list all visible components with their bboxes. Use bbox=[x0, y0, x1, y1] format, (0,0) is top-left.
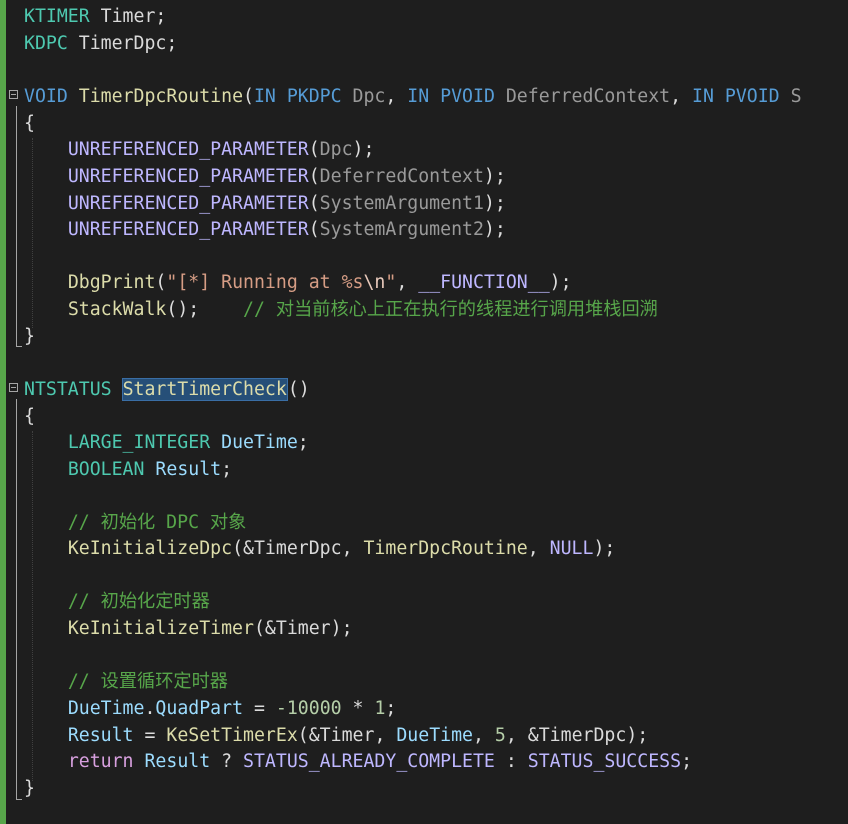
code-line[interactable]: // 初始化定时器 bbox=[0, 589, 210, 615]
code-line[interactable]: DueTime.QuadPart = -10000 * 1; bbox=[0, 696, 397, 722]
function-call-token: StackWalk bbox=[67, 299, 167, 320]
comment-token: // 对当前核心上正在执行的线程进行调用堆栈回溯 bbox=[243, 299, 658, 320]
variable-token: Result bbox=[67, 725, 134, 746]
number-token: -10000 bbox=[275, 698, 342, 719]
code-line[interactable]: // 初始化 DPC 对象 bbox=[0, 510, 247, 536]
brace-token: } bbox=[24, 778, 35, 799]
identifier-token: TimerDpc bbox=[78, 33, 167, 54]
number-token: 5 bbox=[494, 725, 506, 746]
brace-token: { bbox=[24, 406, 35, 427]
keyword-token: return bbox=[67, 751, 134, 772]
macro-token: __FUNCTION__ bbox=[418, 272, 550, 293]
code-line[interactable]: UNREFERENCED_PARAMETER(DeferredContext); bbox=[0, 164, 506, 190]
type-token: KDPC bbox=[24, 33, 68, 54]
function-ref-token: TimerDpcRoutine bbox=[363, 538, 528, 559]
keyword-token: IN bbox=[253, 86, 276, 107]
function-call-token: KeInitializeTimer bbox=[67, 618, 254, 639]
function-name-token: TimerDpcRoutine bbox=[78, 86, 244, 107]
comment-token: // 设置循环定时器 bbox=[67, 671, 228, 692]
code-line[interactable]: DbgPrint("[*] Running at %s\n", __FUNCTI… bbox=[0, 270, 572, 296]
keyword-token: IN bbox=[407, 86, 430, 107]
string-token: " bbox=[385, 272, 397, 293]
variable-token: Result bbox=[155, 459, 222, 480]
macro-token: UNREFERENCED_PARAMETER bbox=[67, 139, 309, 160]
function-call-token: DbgPrint bbox=[67, 272, 156, 293]
variable-token: DueTime bbox=[396, 725, 473, 746]
macro-token: NULL bbox=[549, 538, 594, 559]
code-line[interactable]: return Result ? STATUS_ALREADY_COMPLETE … bbox=[0, 749, 692, 775]
brace-token: { bbox=[24, 113, 35, 134]
code-line[interactable]: KeInitializeDpc(&TimerDpc, TimerDpcRouti… bbox=[0, 536, 616, 562]
escape-token: \n bbox=[363, 272, 386, 293]
argument-token: &TimerDpc bbox=[243, 538, 342, 559]
macro-token: UNREFERENCED_PARAMETER bbox=[67, 166, 309, 187]
keyword-token: IN bbox=[692, 86, 714, 107]
function-call-token: KeInitializeDpc bbox=[67, 538, 233, 559]
macro-token: STATUS_SUCCESS bbox=[527, 751, 682, 772]
code-line[interactable]: Result = KeSetTimerEx(&Timer, DueTime, 5… bbox=[0, 723, 648, 749]
code-line[interactable]: UNREFERENCED_PARAMETER(SystemArgument2); bbox=[0, 217, 506, 243]
code-line[interactable]: NTSTATUS StartTimerCheck() bbox=[0, 377, 310, 403]
variable-token: DueTime bbox=[221, 432, 298, 453]
parameter-token: Dpc bbox=[319, 139, 353, 160]
code-line[interactable]: } bbox=[0, 776, 44, 802]
code-line[interactable]: } bbox=[0, 324, 44, 350]
code-line[interactable]: KDPC TimerDpc; bbox=[0, 31, 177, 57]
function-call-token: KeSetTimerEx bbox=[166, 725, 298, 746]
keyword-token: VOID bbox=[24, 86, 68, 107]
identifier-token: Timer bbox=[100, 6, 156, 27]
argument-token: &TimerDpc bbox=[527, 725, 627, 746]
code-line[interactable]: { bbox=[0, 404, 44, 430]
argument-token: &Timer bbox=[264, 618, 331, 639]
parameter-token: Dpc bbox=[352, 86, 386, 107]
code-line[interactable]: UNREFERENCED_PARAMETER(SystemArgument1); bbox=[0, 191, 506, 217]
collapse-icon[interactable] bbox=[9, 383, 18, 392]
variable-token: DueTime bbox=[67, 698, 145, 719]
code-line[interactable]: KTIMER Timer; bbox=[0, 4, 166, 30]
macro-token: UNREFERENCED_PARAMETER bbox=[67, 193, 309, 214]
code-line[interactable]: StackWalk(); // 对当前核心上正在执行的线程进行调用堆栈回溯 bbox=[0, 297, 658, 323]
code-line[interactable]: { bbox=[0, 111, 44, 137]
code-line[interactable]: LARGE_INTEGER DueTime; bbox=[0, 430, 309, 456]
parameter-token: SystemArgument2 bbox=[319, 219, 484, 240]
parameter-token: SystemArgument1 bbox=[319, 193, 484, 214]
type-token: PVOID bbox=[724, 86, 780, 107]
code-line[interactable]: VOID TimerDpcRoutine(IN PKDPC Dpc, IN PV… bbox=[0, 84, 802, 110]
code-line[interactable]: UNREFERENCED_PARAMETER(Dpc); bbox=[0, 137, 375, 163]
type-token: PVOID bbox=[440, 86, 495, 107]
selected-function-name[interactable]: StartTimerCheck bbox=[121, 378, 288, 401]
parameter-token: DeferredContext bbox=[319, 166, 484, 187]
type-token: KTIMER bbox=[24, 6, 90, 27]
macro-token: STATUS_ALREADY_COMPLETE bbox=[243, 751, 495, 772]
comment-token: // 初始化定时器 bbox=[67, 591, 210, 612]
collapse-icon[interactable] bbox=[9, 90, 18, 99]
comment-token: // 初始化 DPC 对象 bbox=[67, 512, 247, 533]
type-token: PKDPC bbox=[286, 86, 342, 107]
code-line[interactable]: // 设置循环定时器 bbox=[0, 669, 228, 695]
type-token: NTSTATUS bbox=[24, 379, 112, 400]
code-line[interactable]: BOOLEAN Result; bbox=[0, 457, 232, 483]
member-token: QuadPart bbox=[155, 698, 244, 719]
type-token: BOOLEAN bbox=[67, 459, 145, 480]
variable-token: Result bbox=[144, 751, 211, 772]
argument-token: &Timer bbox=[308, 725, 375, 746]
code-line[interactable]: KeInitializeTimer(&Timer); bbox=[0, 616, 353, 642]
code-editor[interactable]: KTIMER Timer; KDPC TimerDpc; VOID TimerD… bbox=[0, 0, 848, 824]
parameter-token: S bbox=[790, 86, 802, 107]
brace-token: } bbox=[24, 326, 35, 347]
string-token: "[*] Running at %s bbox=[166, 272, 364, 293]
number-token: 1 bbox=[374, 698, 386, 719]
type-token: LARGE_INTEGER bbox=[67, 432, 211, 453]
parameter-token: DeferredContext bbox=[505, 86, 671, 107]
macro-token: UNREFERENCED_PARAMETER bbox=[67, 219, 309, 240]
